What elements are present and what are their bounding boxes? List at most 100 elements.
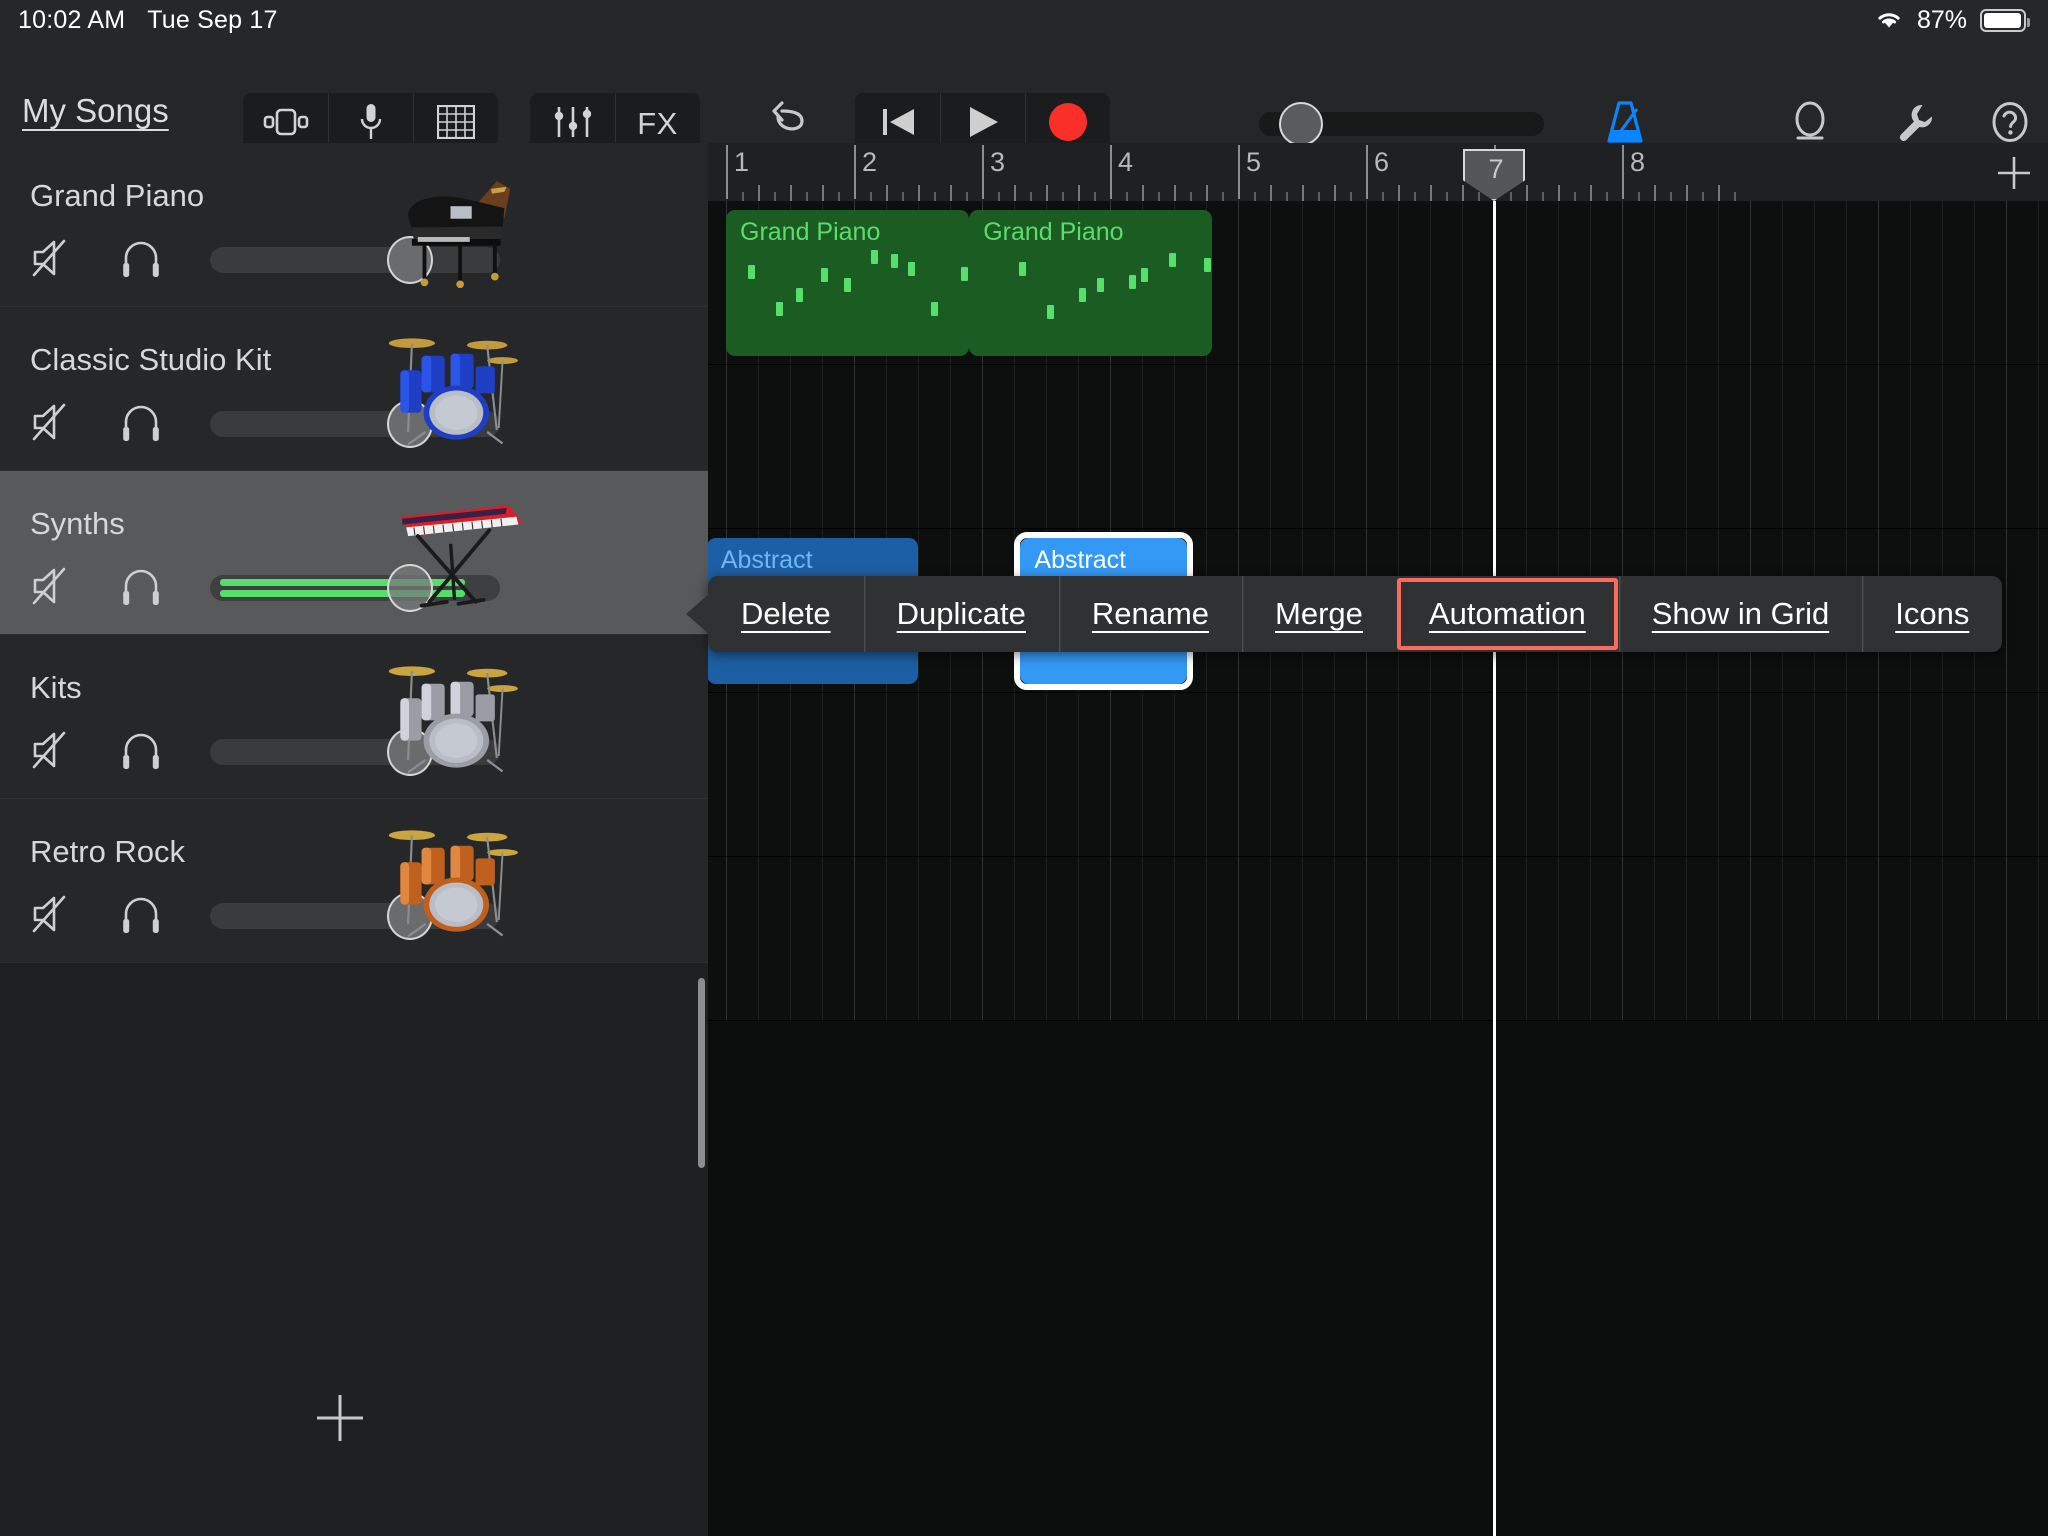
- ruler-tick: [902, 192, 904, 201]
- main-toolbar: My Songs: [0, 40, 2048, 143]
- undo-icon: [768, 101, 812, 148]
- master-volume-slider[interactable]: [1259, 112, 1544, 136]
- timeline-lane[interactable]: [708, 365, 2048, 529]
- context-menu-item-icons[interactable]: Icons: [1862, 576, 2002, 652]
- ruler-tick: [950, 185, 952, 201]
- track-header[interactable]: Retro Rock: [0, 799, 708, 963]
- ruler-tick: [1462, 185, 1464, 201]
- playhead-line: [1493, 201, 1496, 1536]
- ruler-tick: [870, 192, 872, 201]
- context-menu-item-label: Merge: [1275, 596, 1363, 632]
- headphones-solo-icon[interactable]: [118, 563, 164, 609]
- ruler-bar-number: 3: [990, 147, 1005, 178]
- timeline-ruler[interactable]: 12345678 7: [708, 143, 2048, 201]
- ruler-tick: [918, 185, 920, 201]
- mute-icon[interactable]: [28, 563, 74, 609]
- context-menu-item-delete[interactable]: Delete: [708, 576, 864, 652]
- ruler-tick: [1318, 192, 1320, 201]
- track-controls: [28, 563, 164, 609]
- context-menu-item-duplicate[interactable]: Duplicate: [864, 576, 1059, 652]
- mute-icon[interactable]: [28, 727, 74, 773]
- track-name: Retro Rock: [30, 834, 185, 870]
- region-label: Grand Piano: [983, 218, 1123, 247]
- mute-icon[interactable]: [28, 891, 74, 937]
- ruler-tick: [1478, 192, 1480, 201]
- headphones-solo-icon[interactable]: [118, 727, 164, 773]
- context-menu-item-show-in-grid[interactable]: Show in Grid: [1619, 576, 1862, 652]
- ruler-tick: [1014, 185, 1016, 201]
- ruler-tick: [966, 192, 968, 201]
- ruler-tick: [774, 192, 776, 201]
- mute-icon[interactable]: [28, 235, 74, 281]
- status-bar-right: 87%: [1874, 0, 2026, 40]
- ruler-tick: [1078, 185, 1080, 201]
- ruler-bar-number: 4: [1118, 147, 1133, 178]
- garageband-app: 10:02 AM Tue Sep 17 87% My Songs: [0, 0, 2048, 1536]
- ruler-bar-number: 1: [734, 147, 749, 178]
- context-menu-item-merge[interactable]: Merge: [1242, 576, 1396, 652]
- ruler-tick: [790, 185, 792, 201]
- my-songs-button[interactable]: My Songs: [22, 92, 169, 130]
- master-volume-knob[interactable]: [1279, 102, 1323, 146]
- track-controls: [28, 399, 164, 445]
- ruler-tick: [1686, 185, 1688, 201]
- fx-label: FX: [637, 106, 678, 142]
- timeline-lane[interactable]: [708, 693, 2048, 857]
- ruler-tick: [998, 192, 1000, 201]
- context-menu-item-label: Rename: [1092, 596, 1209, 632]
- ruler-tick: [1542, 192, 1544, 201]
- ruler-tick: [1430, 185, 1432, 201]
- ruler-tick: [1574, 192, 1576, 201]
- ruler-tick: [1206, 185, 1208, 201]
- ruler-bar-line: [1366, 145, 1368, 199]
- track-controls: [28, 235, 164, 281]
- ruler-tick: [806, 192, 808, 201]
- context-menu-item-automation[interactable]: Automation: [1396, 576, 1619, 652]
- region-context-menu: Delete Duplicate Rename Merge AutomationShow…: [708, 576, 2002, 652]
- ruler-tick: [838, 192, 840, 201]
- ruler-tick: [934, 192, 936, 201]
- track-artwork: [383, 487, 518, 619]
- ruler-bar-number: 2: [862, 147, 877, 178]
- help-question-icon: [1988, 99, 2032, 150]
- add-track-button[interactable]: [310, 1388, 370, 1448]
- timeline-region[interactable]: Grand Piano: [726, 210, 969, 356]
- ruler-tick: [1350, 192, 1352, 201]
- track-header[interactable]: Grand Piano: [0, 143, 708, 307]
- track-header[interactable]: Synths: [0, 471, 708, 635]
- ruler-tick: [1702, 192, 1704, 201]
- status-date: Tue Sep 17: [147, 6, 277, 35]
- headphones-solo-icon[interactable]: [118, 399, 164, 445]
- timeline-empty-area[interactable]: [708, 1021, 2048, 1536]
- track-controls: [28, 891, 164, 937]
- playhead-bar-number: 7: [1465, 154, 1527, 185]
- context-menu-item-label: Delete: [741, 596, 831, 632]
- ruler-tick: [1654, 185, 1656, 201]
- status-bar: 10:02 AM Tue Sep 17 87%: [0, 0, 2048, 40]
- add-section-button[interactable]: [1992, 151, 2036, 195]
- track-name: Grand Piano: [30, 178, 204, 214]
- ruler-bar-number: 8: [1630, 147, 1645, 178]
- mute-icon[interactable]: [28, 399, 74, 445]
- timeline-lane[interactable]: [708, 857, 2048, 1021]
- headphones-solo-icon[interactable]: [118, 891, 164, 937]
- rewind-icon: [878, 104, 918, 145]
- track-name: Kits: [30, 670, 82, 706]
- ruler-tick: [886, 185, 888, 201]
- ruler-tick: [1286, 192, 1288, 201]
- context-menu-item-rename[interactable]: Rename: [1059, 576, 1242, 652]
- mixer-sliders-icon: [552, 104, 594, 145]
- track-header[interactable]: Kits: [0, 635, 708, 799]
- ruler-tick: [1414, 192, 1416, 201]
- track-header[interactable]: Classic Studio Kit: [0, 307, 708, 471]
- ruler-tick: [1558, 185, 1560, 201]
- timeline-region[interactable]: Grand Piano: [969, 210, 1212, 356]
- timeline-canvas[interactable]: Grand PianoGrand PianoAbstract Atmospher…: [708, 201, 2048, 1536]
- track-list-scrollbar[interactable]: [698, 978, 705, 1168]
- track-headers-panel: Grand Piano: [0, 143, 708, 1536]
- track-artwork: [383, 323, 518, 455]
- ruler-tick: [1638, 192, 1640, 201]
- headphones-solo-icon[interactable]: [118, 235, 164, 281]
- ruler-tick: [742, 192, 744, 201]
- ruler-bar-number: 5: [1246, 147, 1261, 178]
